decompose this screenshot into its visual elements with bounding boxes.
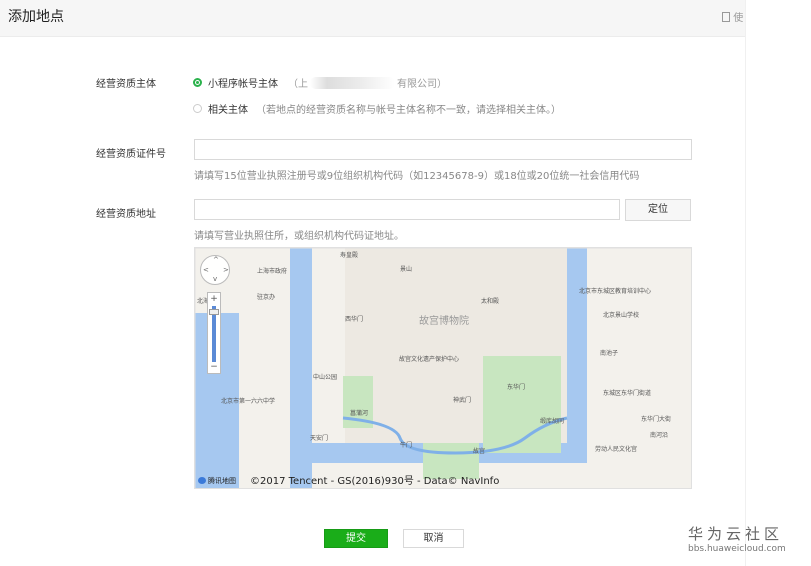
entity-option-related-label: 相关主体	[208, 105, 248, 116]
map-label: 劳动人民文化宫	[595, 446, 638, 453]
map-label: 寿皇殿	[340, 252, 359, 259]
document-icon	[722, 12, 730, 22]
map-label: 缎库胡同	[540, 418, 565, 425]
tencent-map-icon	[198, 477, 206, 484]
zoom-out-icon[interactable]: −	[208, 362, 220, 372]
radio-checked-icon[interactable]	[193, 78, 202, 87]
map-view[interactable]: 寿皇殿 上海市政府 驻京办 景山 北京市东城区教育培训中心 北京景山学校 西华门…	[194, 247, 692, 489]
map-label: 午门	[400, 442, 413, 449]
map-label: 西华门	[345, 316, 364, 323]
map-provider-logo: 腾讯地图	[198, 476, 236, 486]
map-pan-control[interactable]: ^ < > v	[200, 255, 230, 285]
map-label: 上海市政府	[257, 268, 288, 275]
map-label: 北京景山学校	[603, 312, 640, 319]
redacted-company-name	[310, 76, 395, 89]
license-label: 经营资质证件号	[96, 149, 166, 160]
add-location-panel: 添加地点 使 经营资质主体 小程序帐号主体 （上 有限公司） 相关主体 （若地点…	[0, 0, 745, 566]
map-label: 东华门	[507, 384, 526, 391]
map-label: 景山	[400, 266, 413, 273]
address-hint: 请填写营业执照住所，或组织机构代码证地址。	[194, 231, 404, 242]
map-label: 中山公园	[313, 374, 338, 381]
map-label: 东华门大街	[641, 416, 672, 423]
entity-name-suffix: 有限公司）	[397, 79, 447, 90]
right-side-strip	[745, 0, 811, 566]
watermark-title: 华为云社区	[688, 525, 784, 543]
map-label: 南池子	[600, 350, 619, 357]
license-number-input[interactable]	[194, 139, 692, 160]
zoom-in-icon[interactable]: +	[208, 294, 220, 304]
map-label: 故宫博物院	[419, 316, 469, 327]
map-label: 北京市东城区教育培训中心	[579, 288, 652, 295]
west-moat	[290, 248, 312, 488]
map-label: 南河沿	[650, 432, 669, 439]
zoom-handle[interactable]	[209, 309, 219, 315]
radio-unchecked-icon[interactable]	[193, 104, 202, 113]
map-label: 太和殿	[481, 298, 500, 305]
map-label: 菖蒲河	[350, 410, 369, 417]
map-label: 神武门	[453, 397, 472, 404]
map-logo-text: 腾讯地图	[208, 477, 236, 485]
pan-left-icon[interactable]: <	[203, 266, 209, 274]
map-zoom-control[interactable]: + −	[207, 292, 221, 374]
watermark: 华为云社区 bbs.huaweicloud.com	[688, 523, 786, 554]
submit-button[interactable]: 提交	[324, 529, 388, 548]
address-input[interactable]	[194, 199, 620, 220]
panel-header: 添加地点 使	[0, 0, 745, 37]
map-label: 北京市第一六六中学	[221, 398, 276, 405]
locate-button[interactable]: 定位	[625, 199, 691, 221]
pan-right-icon[interactable]: >	[223, 266, 229, 274]
entity-option-related-hint: （若地点的经营资质名称与帐号主体名称不一致，请选择相关主体。）	[256, 105, 561, 116]
doc-link-label: 使	[733, 13, 744, 24]
entity-name-prefix: （上	[288, 79, 308, 90]
entity-option-account[interactable]: 小程序帐号主体 （上 有限公司）	[193, 75, 447, 90]
map-label: 故宫文化遗产保护中心	[399, 356, 460, 363]
map-label: 故宫	[473, 448, 486, 455]
entity-option-related[interactable]: 相关主体 （若地点的经营资质名称与帐号主体名称不一致，请选择相关主体。）	[193, 101, 561, 116]
entity-option-account-label: 小程序帐号主体	[208, 79, 278, 90]
address-label: 经营资质地址	[96, 209, 156, 220]
doc-link[interactable]: 使	[722, 9, 743, 24]
map-label: 驻京办	[257, 294, 276, 301]
license-hint: 请填写15位营业执照注册号或9位组织机构代码（如12345678-9）或18位或…	[194, 171, 640, 182]
map-copyright: ©2017 Tencent - GS(2016)930号 - Data© Nav…	[250, 476, 500, 487]
map-label: 东城区东华门街道	[603, 390, 652, 397]
pan-down-icon[interactable]: v	[213, 275, 217, 283]
page-title: 添加地点	[8, 9, 64, 25]
map-label: 天安门	[310, 435, 329, 442]
cancel-button[interactable]: 取消	[403, 529, 464, 548]
east-moat	[567, 248, 587, 463]
watermark-url: bbs.huaweicloud.com	[688, 544, 786, 554]
pan-up-icon[interactable]: ^	[213, 256, 219, 264]
entity-label: 经营资质主体	[96, 79, 156, 90]
